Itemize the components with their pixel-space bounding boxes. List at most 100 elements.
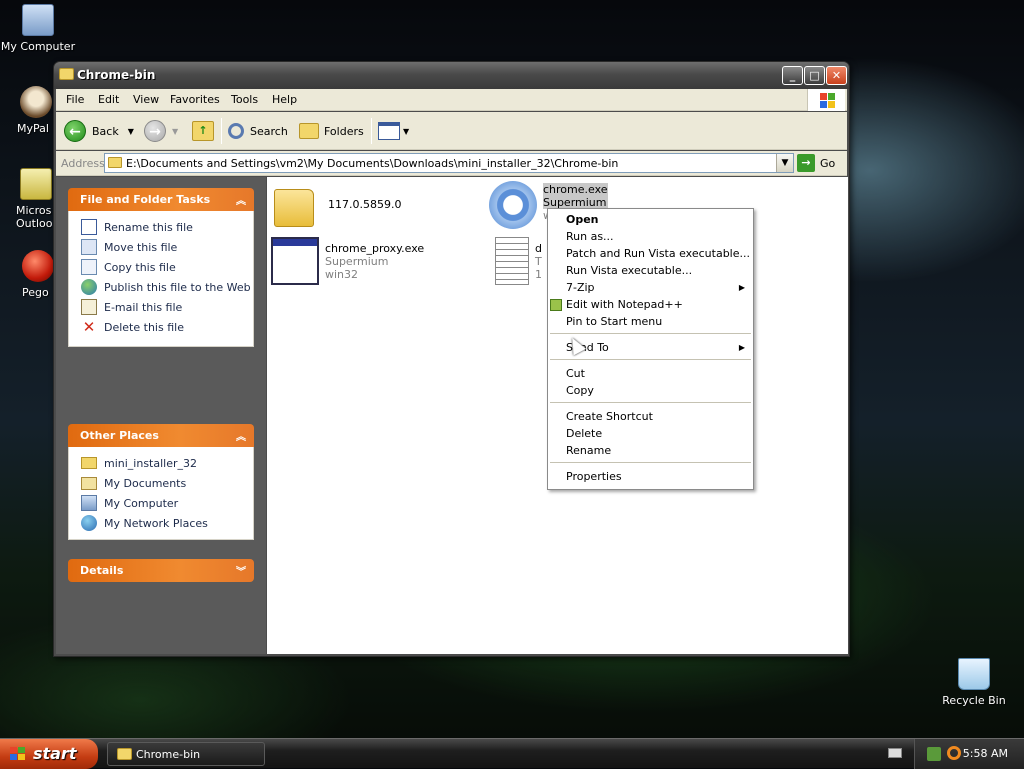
place-my-computer[interactable]: My Computer [81, 493, 253, 513]
up-folder-icon: ↑ [192, 121, 214, 141]
file-item-chrome-proxy[interactable]: chrome_proxy.exe Supermium win32 [271, 237, 424, 285]
desktop-icon-my-computer[interactable]: My Computer [0, 4, 80, 53]
place-network[interactable]: My Network Places [81, 513, 253, 533]
place-label: My Network Places [104, 516, 208, 530]
menu-tools[interactable]: Tools [231, 93, 258, 106]
close-button[interactable]: ✕ [826, 66, 847, 85]
windows-flag-icon [10, 747, 26, 761]
copy-icon [81, 259, 97, 275]
menu-item-patch-run-vista[interactable]: Patch and Run Vista executable... [566, 245, 750, 262]
menu-item-properties[interactable]: Properties [566, 468, 749, 485]
forward-arrow-icon: → [144, 120, 166, 142]
menu-item-cut[interactable]: Cut [566, 365, 749, 382]
network-tray-icon[interactable] [927, 747, 941, 761]
menu-item-7zip[interactable]: 7-Zip ▶ [566, 279, 749, 296]
menu-favorites[interactable]: Favorites [170, 93, 220, 106]
search-tray-icon[interactable] [947, 746, 961, 760]
expand-chevron-icon[interactable]: ︾ [236, 563, 246, 578]
address-input[interactable]: E:\Documents and Settings\vm2\My Documen… [104, 153, 794, 173]
mypal-icon [20, 86, 52, 118]
keyboard-icon[interactable] [888, 748, 902, 758]
desktop-icon-mypal[interactable]: MyPal 6 [0, 86, 56, 135]
menu-item-send-to[interactable]: Send To ▶ [566, 339, 749, 356]
file-folder-tasks-panel: File and Folder Tasks ︽ Rename this file… [68, 188, 254, 347]
my-computer-icon [81, 495, 97, 511]
panel-header[interactable]: File and Folder Tasks ︽ [68, 188, 254, 211]
back-button[interactable]: ← Back ▼ [64, 118, 134, 144]
title-bar[interactable]: Chrome-bin _ □ ✕ [54, 62, 849, 89]
globe-icon [81, 279, 97, 295]
window-title: Chrome-bin [77, 68, 156, 82]
folder-icon [81, 457, 97, 469]
collapse-chevron-icon[interactable]: ︽ [236, 428, 246, 443]
taskbar-button-chrome-bin[interactable]: Chrome-bin [107, 742, 265, 766]
menu-bar: File Edit View Favorites Tools Help [56, 89, 847, 111]
file-name: chrome_proxy.exe [325, 242, 425, 255]
menu-item-run-as[interactable]: Run as... [566, 228, 749, 245]
collapse-chevron-icon[interactable]: ︽ [236, 192, 246, 207]
maximize-button[interactable]: □ [804, 66, 825, 85]
menu-help[interactable]: Help [272, 93, 297, 106]
forward-button[interactable]: → ▼ [144, 118, 178, 144]
task-label: Rename this file [104, 220, 193, 234]
task-label: Move this file [104, 240, 178, 254]
place-mini-installer[interactable]: mini_installer_32 [81, 453, 253, 473]
pego-icon [22, 250, 54, 282]
menu-item-run-vista[interactable]: Run Vista executable... [566, 262, 749, 279]
text-document-icon [495, 237, 529, 285]
address-bar: Address E:\Documents and Settings\vm2\My… [56, 151, 847, 176]
desktop-icon-outlook[interactable]: Microsoft Outlook [0, 168, 52, 230]
start-button[interactable]: start [0, 739, 98, 769]
desktop-icon-label: Recycle Bin [942, 694, 1006, 707]
menu-item-delete[interactable]: Delete [566, 425, 749, 442]
clock[interactable]: 5:58 AM [963, 747, 1008, 760]
menu-item-open[interactable]: Open [566, 211, 749, 228]
place-my-documents[interactable]: My Documents [81, 473, 253, 493]
up-folder-button[interactable]: ↑ [192, 118, 214, 144]
chevron-down-icon[interactable]: ▼ [776, 154, 793, 172]
file-item-document[interactable]: d T 1 [489, 237, 542, 285]
menu-item-create-shortcut[interactable]: Create Shortcut [566, 408, 749, 425]
delete-x-icon: ✕ [82, 318, 96, 336]
panel-header[interactable]: Details ︾ [68, 559, 254, 582]
back-label: Back [92, 124, 119, 138]
panel-title: File and Folder Tasks [80, 193, 211, 206]
application-window-icon [271, 237, 319, 285]
menu-item-notepadpp[interactable]: Edit with Notepad++ [550, 296, 749, 313]
go-button[interactable]: → Go [797, 154, 835, 172]
minimize-button[interactable]: _ [782, 66, 803, 85]
menu-item-rename[interactable]: Rename [566, 442, 749, 459]
file-name: chrome.exe [543, 183, 608, 196]
recycle-bin-icon [958, 658, 990, 690]
menu-edit[interactable]: Edit [98, 93, 119, 106]
task-move[interactable]: Move this file [81, 237, 253, 257]
chevron-down-icon[interactable]: ▼ [128, 127, 134, 136]
menu-item-pin-start[interactable]: Pin to Start menu [566, 313, 749, 330]
menu-item-label: 7-Zip [566, 281, 595, 294]
menu-item-copy[interactable]: Copy [566, 382, 749, 399]
folders-button[interactable]: Folders [299, 118, 364, 144]
menu-file[interactable]: File [66, 93, 84, 106]
submenu-arrow-icon: ▶ [738, 283, 745, 292]
submenu-arrow-icon: ▶ [738, 343, 745, 352]
file-name: d [535, 242, 542, 255]
task-copy[interactable]: Copy this file [81, 257, 253, 277]
menu-view[interactable]: View [133, 93, 159, 106]
views-icon [378, 122, 400, 140]
views-button[interactable]: ▼ [378, 118, 409, 144]
task-rename[interactable]: Rename this file [81, 217, 253, 237]
search-icon [228, 123, 244, 139]
search-button[interactable]: Search [228, 118, 288, 144]
desktop-icon-recycle-bin[interactable]: Recycle Bin [932, 658, 1016, 707]
panel-title: Details [80, 564, 124, 577]
address-label: Address [61, 157, 105, 170]
file-item-folder[interactable]: 117.0.5859.0 [274, 183, 401, 227]
menu-separator [550, 333, 751, 334]
panel-header[interactable]: Other Places ︽ [68, 424, 254, 447]
desktop-icon-pego[interactable]: Pego [0, 250, 54, 299]
address-path: E:\Documents and Settings\vm2\My Documen… [126, 157, 619, 170]
task-email[interactable]: E-mail this file [81, 297, 253, 317]
task-publish[interactable]: Publish this file to the Web [81, 277, 253, 297]
task-delete[interactable]: ✕ Delete this file [81, 317, 253, 337]
windows-flag-icon [807, 89, 845, 111]
